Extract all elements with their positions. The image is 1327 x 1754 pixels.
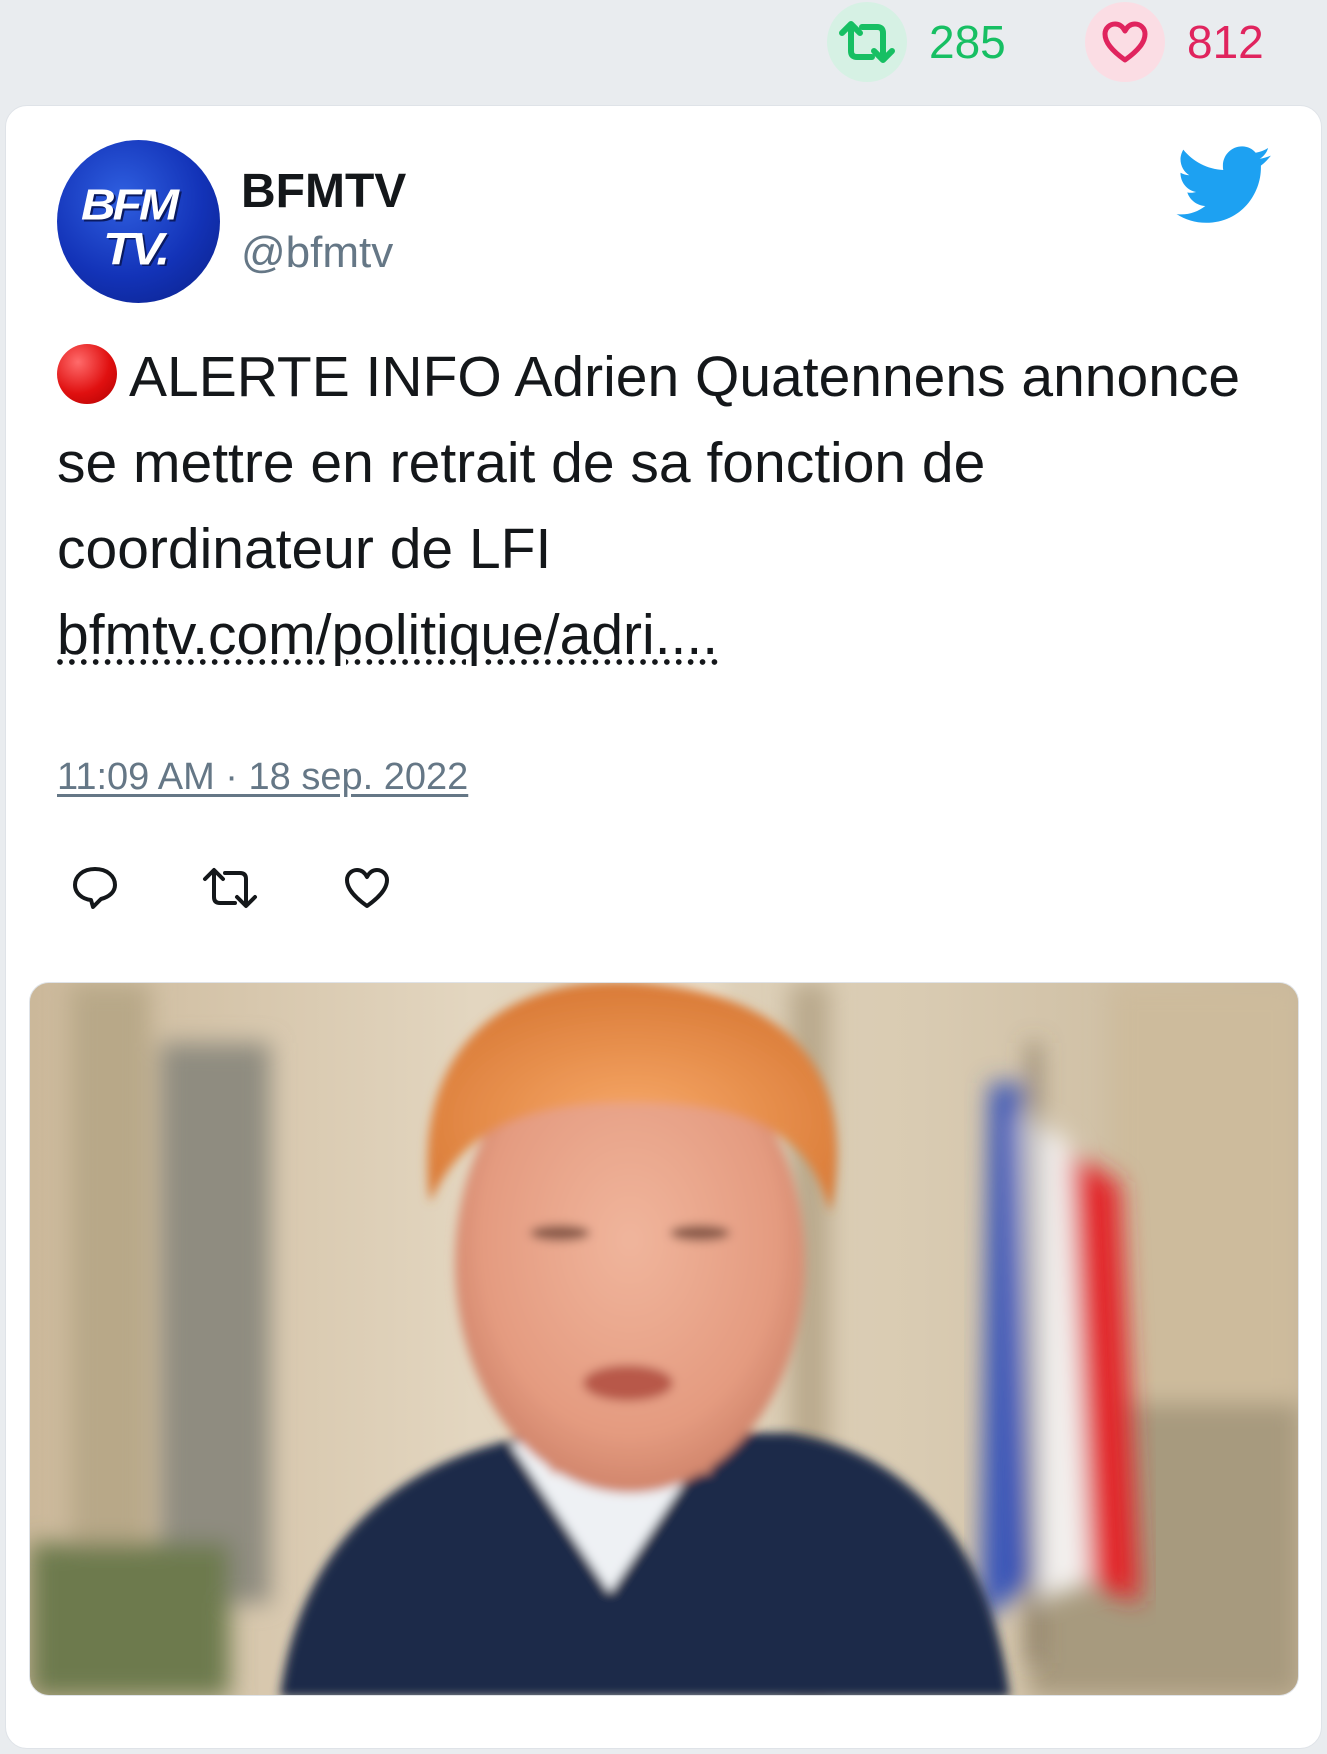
retweet-count: 285 xyxy=(929,16,1006,68)
like-count: 812 xyxy=(1187,16,1264,68)
like-stat[interactable]: 812 xyxy=(1085,2,1264,82)
photo-portrait-image xyxy=(30,983,1298,1695)
tweet-text: ALERTE INFO Adrien Quatennens annonce se… xyxy=(57,334,1277,678)
author-handle[interactable]: @bfmtv xyxy=(241,228,393,278)
reply-icon[interactable] xyxy=(65,858,125,918)
stats-bar: 285 812 xyxy=(0,0,1327,95)
tweet-link[interactable]: bfmtv.com/politique/adri.... xyxy=(57,603,718,667)
heart-icon[interactable] xyxy=(1085,2,1165,82)
tweet-photo[interactable] xyxy=(29,982,1299,1696)
author-name[interactable]: BFMTV xyxy=(241,164,406,219)
tweet-body: ALERTE INFO Adrien Quatennens annonce se… xyxy=(57,345,1241,581)
retweet-stat[interactable]: 285 xyxy=(827,2,1006,82)
retweet-icon[interactable] xyxy=(827,2,907,82)
avatar[interactable]: BFM TV. xyxy=(57,140,220,303)
red-circle-emoji xyxy=(57,344,117,404)
retweet-action-icon[interactable] xyxy=(200,858,260,918)
twitter-bird-icon[interactable] xyxy=(1176,146,1273,226)
like-action-icon[interactable] xyxy=(337,858,397,918)
avatar-logo-line2: TV. xyxy=(103,223,170,275)
tweet-timestamp[interactable]: 11:09 AM · 18 sep. 2022 xyxy=(57,756,468,799)
tweet-card: BFM TV. BFMTV @bfmtv ALERTE INFO Adrien … xyxy=(5,105,1322,1749)
